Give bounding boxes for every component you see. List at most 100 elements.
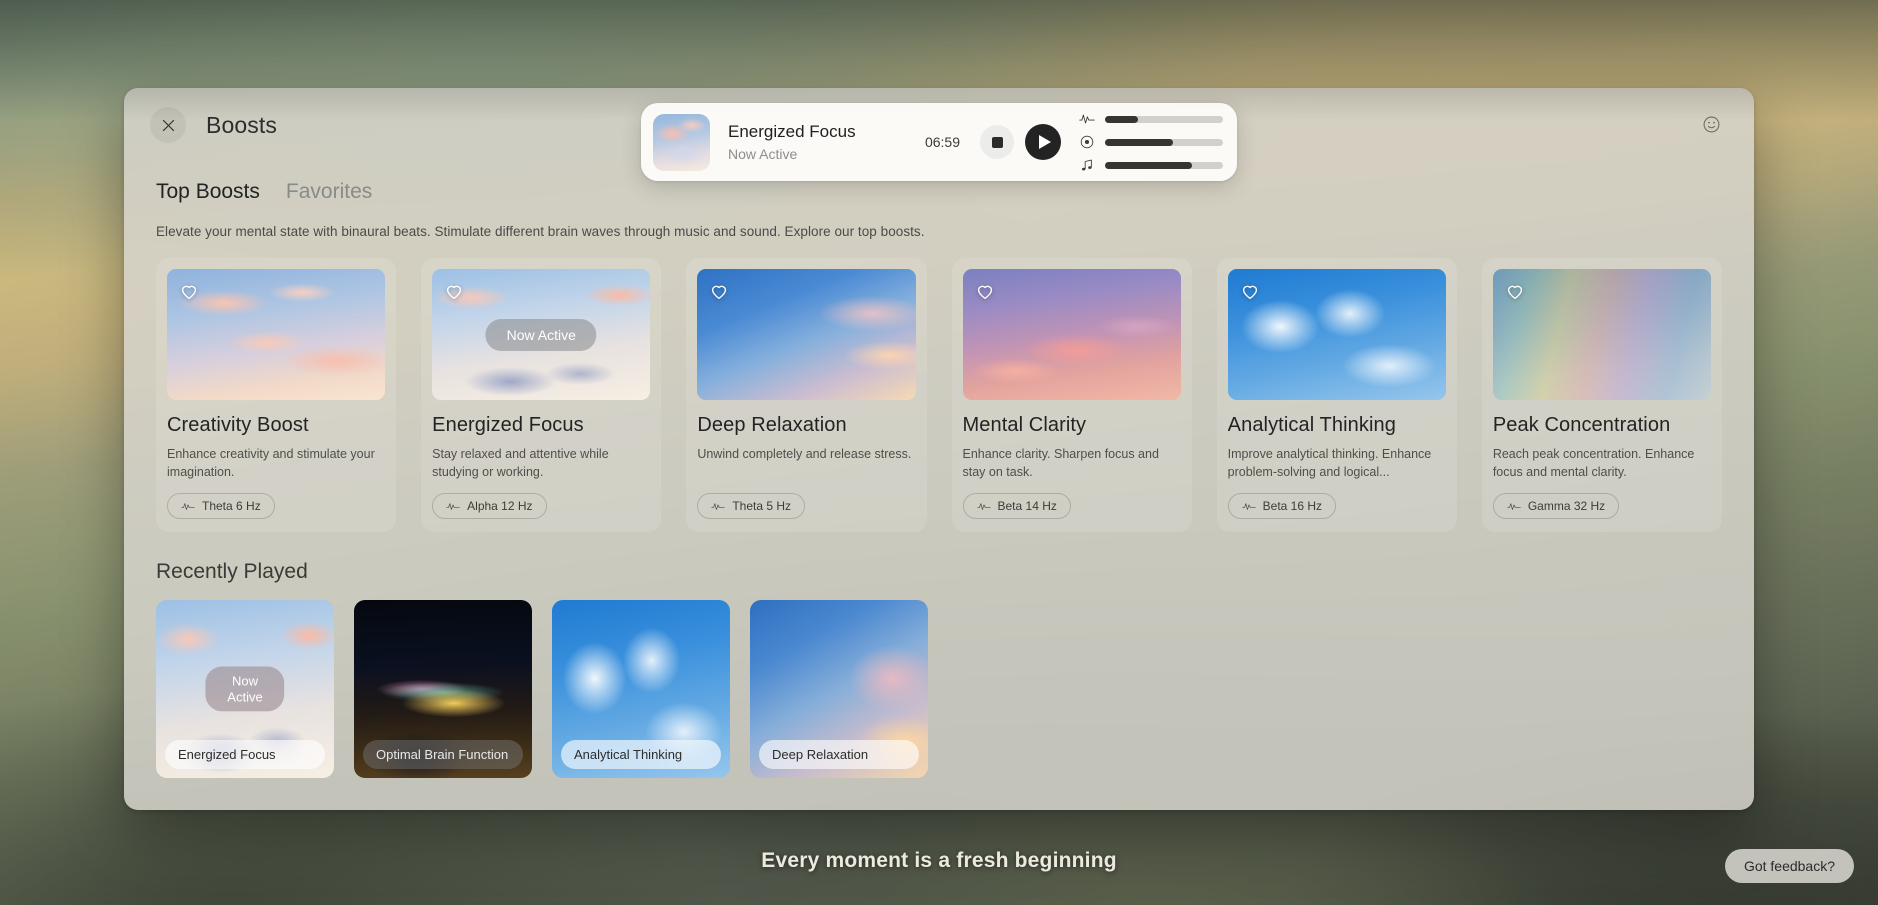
now-active-badge: Now Active xyxy=(205,666,285,712)
boost-card-grid: Creativity Boost Enhance creativity and … xyxy=(156,258,1722,532)
now-active-badge: Now Active xyxy=(485,318,597,351)
boost-name: Creativity Boost xyxy=(167,414,309,436)
binaural-beat-volume-slider[interactable] xyxy=(1105,115,1223,123)
boost-name: Analytical Thinking xyxy=(1227,414,1396,436)
player-track-title: Energized Focus xyxy=(728,122,856,142)
close-button[interactable] xyxy=(150,107,186,143)
boost-description: Improve analytical thinking. Enhance pro… xyxy=(1227,447,1432,479)
boost-thumbnail xyxy=(962,269,1181,400)
frequency-chip[interactable]: Gamma 32 Hz xyxy=(1492,493,1620,519)
boosts-app-window: Boosts Top Boosts Favorites Elevate your… xyxy=(124,88,1754,810)
boost-thumbnail xyxy=(1492,269,1711,400)
frequency-label: Alpha 12 Hz xyxy=(467,499,533,513)
heart-outline-icon xyxy=(447,285,462,300)
recent-item-label: Optimal Brain Function xyxy=(363,740,523,769)
player-elapsed-time: 06:59 xyxy=(924,134,960,150)
tab-favorites[interactable]: Favorites xyxy=(286,180,372,204)
play-button[interactable] xyxy=(1025,124,1061,160)
feedback-smiley-button[interactable] xyxy=(1694,107,1728,141)
favorite-button[interactable] xyxy=(974,280,996,302)
waveform-icon xyxy=(1079,114,1095,124)
boost-card[interactable]: Creativity Boost Enhance creativity and … xyxy=(156,258,397,532)
boost-name: Mental Clarity xyxy=(962,414,1087,436)
music-volume-row xyxy=(1079,157,1223,173)
waveform-icon xyxy=(1507,502,1521,510)
boost-name: Peak Concentration xyxy=(1492,414,1671,436)
boost-card[interactable]: Analytical Thinking Improve analytical t… xyxy=(1216,258,1457,532)
mini-player-bar: Energized Focus Now Active 06:59 xyxy=(641,103,1237,181)
boost-name: Energized Focus xyxy=(432,414,584,436)
section-description: Elevate your mental state with binaural … xyxy=(156,224,925,239)
player-volume-sliders xyxy=(1079,111,1223,173)
frequency-chip[interactable]: Beta 14 Hz xyxy=(962,493,1071,519)
boost-thumbnail xyxy=(1227,269,1446,400)
frequency-label: Beta 16 Hz xyxy=(1262,499,1323,513)
recent-item[interactable]: Deep Relaxation xyxy=(750,600,928,778)
recent-item[interactable]: Optimal Brain Function xyxy=(354,600,532,778)
heart-outline-icon xyxy=(1242,285,1257,300)
recently-played-row: Now Active Energized Focus Optimal Brain… xyxy=(156,600,1722,778)
favorite-button[interactable] xyxy=(178,280,200,302)
smiley-face-icon xyxy=(1703,116,1719,132)
window-content: Top Boosts Favorites Elevate your mental… xyxy=(124,162,1754,778)
ambient-tone-volume-row xyxy=(1079,134,1223,150)
heart-outline-icon xyxy=(977,285,992,300)
favorite-button[interactable] xyxy=(1239,280,1261,302)
frequency-chip[interactable]: Beta 16 Hz xyxy=(1227,493,1337,519)
heart-outline-icon xyxy=(1507,285,1522,300)
frequency-label: Beta 14 Hz xyxy=(997,499,1057,513)
boost-description: Enhance creativity and stimulate your im… xyxy=(167,447,375,479)
recent-item-label: Deep Relaxation xyxy=(759,740,919,769)
music-note-icon xyxy=(1081,159,1092,171)
player-track-status: Now Active xyxy=(728,145,798,162)
waveform-icon xyxy=(711,502,726,510)
boost-card[interactable]: Mental Clarity Enhance clarity. Sharpen … xyxy=(951,258,1192,532)
favorite-button[interactable] xyxy=(708,280,730,302)
target-circle-icon xyxy=(1080,135,1094,149)
player-track-thumbnail xyxy=(653,113,710,171)
favorite-button[interactable] xyxy=(1504,280,1526,302)
binaural-beat-volume-row xyxy=(1079,111,1223,127)
close-icon xyxy=(162,119,174,131)
tab-bar: Top Boosts Favorites xyxy=(156,180,1722,204)
play-icon xyxy=(1038,135,1051,149)
boost-card[interactable]: Deep Relaxation Unwind completely and re… xyxy=(686,258,927,532)
slider-fill xyxy=(1105,161,1193,169)
boost-description: Unwind completely and release stress. xyxy=(697,447,912,461)
boost-thumbnail xyxy=(167,269,386,400)
boost-card[interactable]: Now Active Energized Focus Stay relaxed … xyxy=(421,258,662,532)
recent-item[interactable]: Analytical Thinking xyxy=(552,600,730,778)
boost-thumbnail: Now Active xyxy=(432,269,651,400)
favorite-button[interactable] xyxy=(443,280,465,302)
desktop-wallpaper: Boosts Top Boosts Favorites Elevate your… xyxy=(0,0,1878,905)
ambient-tone-volume-slider[interactable] xyxy=(1105,138,1223,146)
waveform-icon xyxy=(181,502,195,510)
frequency-chip[interactable]: Alpha 12 Hz xyxy=(432,493,547,519)
boost-card[interactable]: Peak Concentration Reach peak concentrat… xyxy=(1481,258,1722,532)
waveform-icon xyxy=(1241,502,1256,510)
tab-top-boosts[interactable]: Top Boosts xyxy=(156,180,260,204)
recent-item-label: Analytical Thinking xyxy=(561,740,721,769)
music-volume-slider[interactable] xyxy=(1105,161,1223,169)
page-title: Boosts xyxy=(206,111,277,138)
waveform-icon xyxy=(976,502,991,510)
slider-fill xyxy=(1105,115,1139,123)
heart-outline-icon xyxy=(181,285,197,300)
frequency-label: Theta 5 Hz xyxy=(732,499,792,513)
boost-name: Deep Relaxation xyxy=(697,414,847,436)
frequency-chip[interactable]: Theta 6 Hz xyxy=(167,493,275,519)
frequency-chip[interactable]: Theta 5 Hz xyxy=(697,493,806,519)
boost-description: Stay relaxed and attentive while studyin… xyxy=(432,447,609,479)
stop-icon xyxy=(991,136,1003,148)
got-feedback-button[interactable]: Got feedback? xyxy=(1724,849,1854,883)
recent-item[interactable]: Now Active Energized Focus xyxy=(156,600,334,778)
frequency-label: Theta 6 Hz xyxy=(202,499,261,513)
stop-button[interactable] xyxy=(980,125,1014,159)
recent-item-label: Energized Focus xyxy=(165,740,325,769)
waveform-icon xyxy=(446,502,460,510)
boost-description: Reach peak concentration. Enhance focus … xyxy=(1492,447,1695,479)
frequency-label: Gamma 32 Hz xyxy=(1527,499,1606,513)
boost-thumbnail xyxy=(697,269,916,400)
player-track-meta: Energized Focus Now Active xyxy=(728,121,925,162)
recently-played-heading: Recently Played xyxy=(156,560,308,583)
